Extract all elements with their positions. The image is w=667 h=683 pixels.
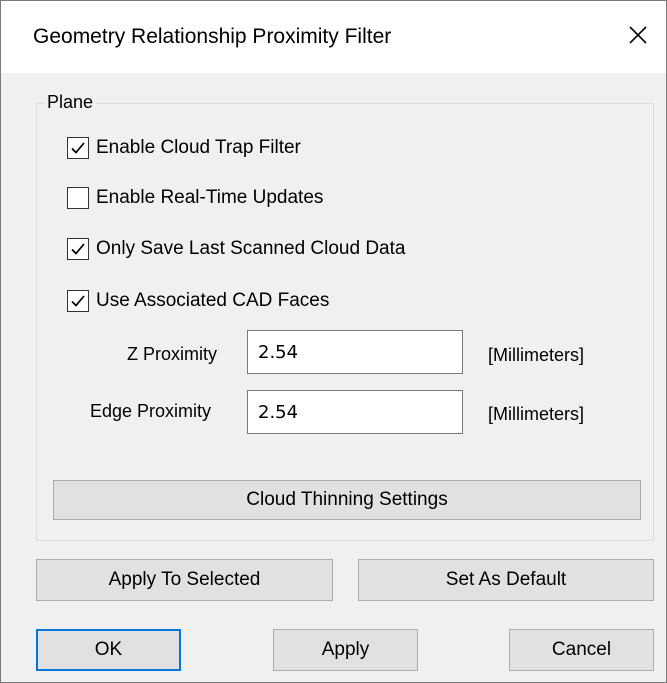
z-proximity-label: Z Proximity bbox=[127, 344, 217, 364]
edge-proximity-input[interactable] bbox=[247, 390, 463, 434]
z-proximity-input[interactable] bbox=[247, 330, 463, 374]
cloud-thinning-settings-button[interactable]: Cloud Thinning Settings bbox=[53, 480, 641, 520]
plane-groupbox bbox=[36, 103, 654, 541]
enable-real-time-updates-checkbox[interactable]: Enable Real-Time Updates bbox=[67, 185, 323, 211]
proximity-filter-dialog: Geometry Relationship Proximity Filter P… bbox=[0, 0, 667, 683]
checkbox-box[interactable] bbox=[67, 137, 89, 159]
checkbox-label: Enable Real-Time Updates bbox=[96, 187, 324, 208]
checkbox-label: Use Associated CAD Faces bbox=[96, 290, 330, 311]
edge-proximity-unit: [Millimeters] bbox=[488, 404, 585, 424]
checkbox-label: Enable Cloud Trap Filter bbox=[96, 137, 301, 158]
checkbox-box[interactable] bbox=[67, 238, 89, 260]
apply-to-selected-button[interactable]: Apply To Selected bbox=[36, 559, 333, 601]
edge-proximity-label: Edge Proximity bbox=[90, 401, 212, 421]
close-icon bbox=[629, 26, 647, 44]
checkbox-box[interactable] bbox=[67, 290, 89, 312]
enable-cloud-trap-filter-checkbox[interactable]: Enable Cloud Trap Filter bbox=[67, 135, 301, 161]
ok-button[interactable]: OK bbox=[36, 629, 181, 671]
close-button[interactable] bbox=[616, 15, 660, 55]
checkbox-label: Only Save Last Scanned Cloud Data bbox=[96, 238, 406, 259]
checkmark-icon bbox=[71, 142, 85, 154]
set-as-default-button[interactable]: Set As Default bbox=[358, 559, 654, 601]
only-save-last-scanned-checkbox[interactable]: Only Save Last Scanned Cloud Data bbox=[67, 236, 405, 262]
checkmark-icon bbox=[71, 243, 85, 255]
checkbox-box[interactable] bbox=[67, 187, 89, 209]
z-proximity-unit: [Millimeters] bbox=[488, 345, 585, 365]
plane-group-label: Plane bbox=[44, 91, 97, 113]
checkmark-icon bbox=[71, 295, 85, 307]
apply-button[interactable]: Apply bbox=[273, 629, 418, 671]
use-associated-cad-faces-checkbox[interactable]: Use Associated CAD Faces bbox=[67, 288, 329, 314]
dialog-title: Geometry Relationship Proximity Filter bbox=[33, 25, 392, 48]
title-bar: Geometry Relationship Proximity Filter bbox=[1, 1, 666, 73]
cancel-button[interactable]: Cancel bbox=[509, 629, 654, 671]
